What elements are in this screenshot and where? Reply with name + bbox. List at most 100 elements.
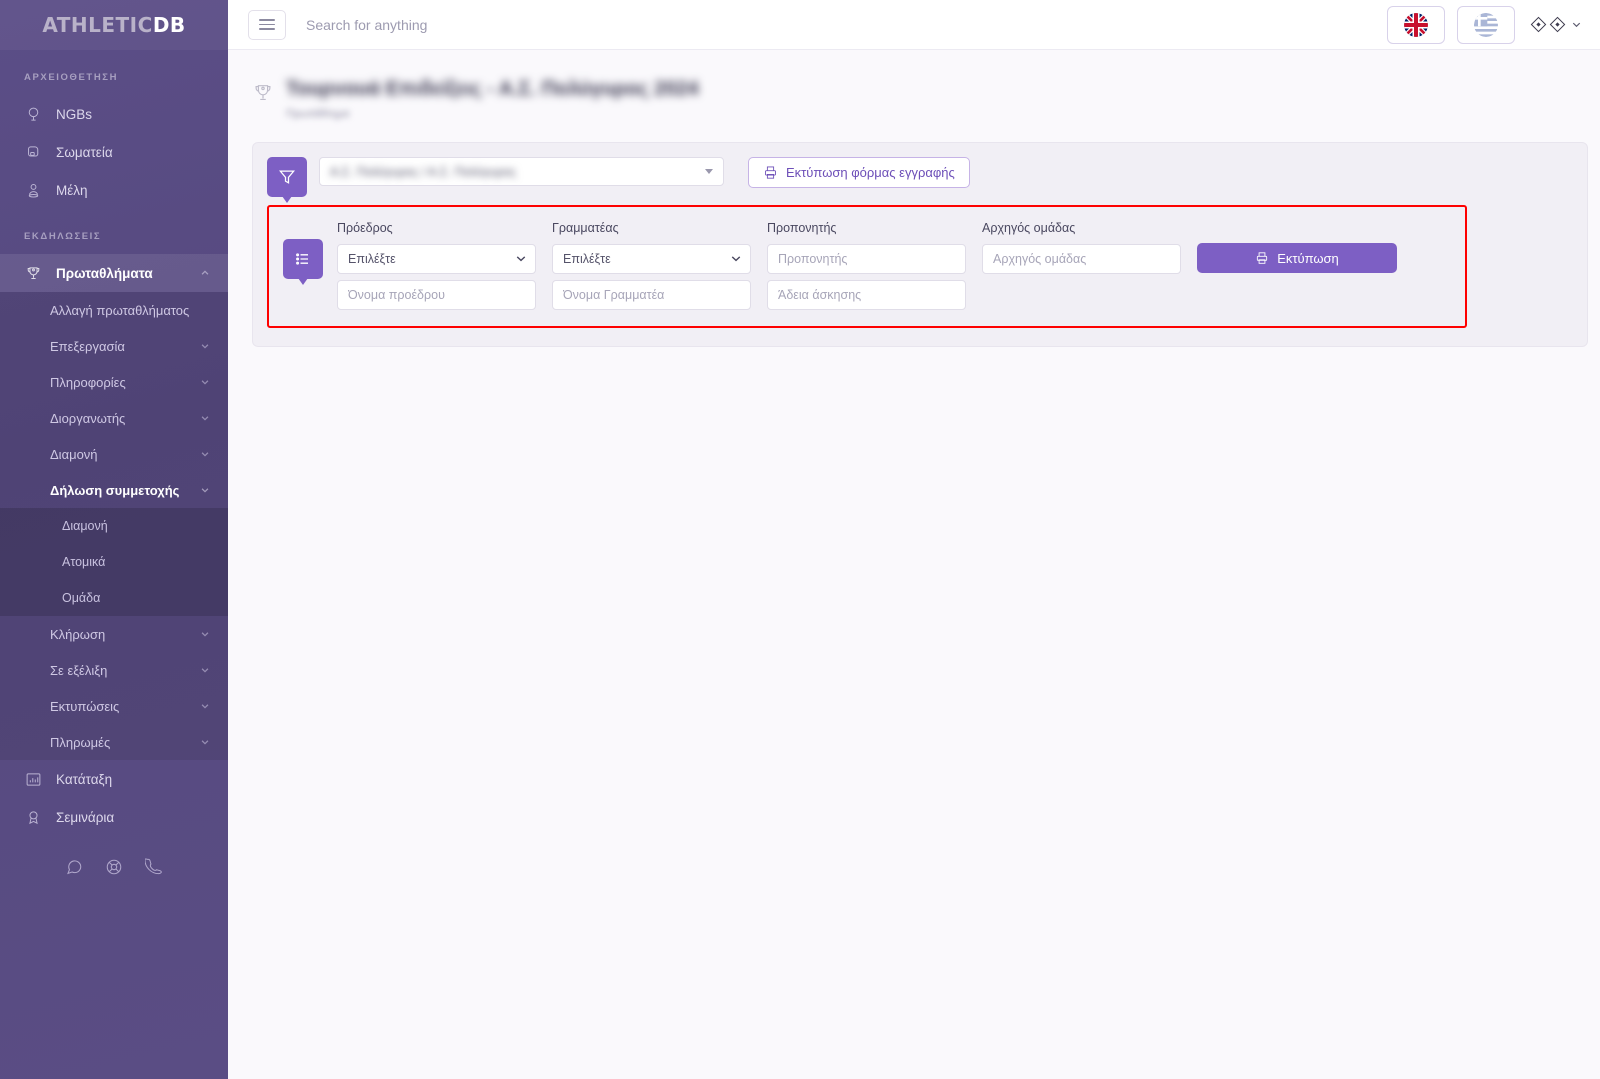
menu-toggle-button[interactable] [248, 9, 286, 40]
sidebar-subitem-label: Πληροφορίες [50, 374, 126, 390]
field-label-team-captain: Αρχηγός ομάδας [982, 221, 1076, 235]
gr-flag-icon [1474, 12, 1498, 37]
field-label-coach: Προπονητής [767, 221, 837, 235]
sidebar-subitem-in-progress[interactable]: Σε εξέλιξη [0, 652, 228, 688]
app-root: ATHLETICDB ΑΡΧΕΙΟΘΕΤΗΣΗ NGBs Σωματεία Μέ… [0, 0, 1600, 1079]
language-button-gr[interactable] [1457, 5, 1515, 44]
coach-license-input[interactable] [767, 280, 966, 310]
secretary-select-wrap: Επιλέξτε [552, 244, 751, 274]
sidebar-subitem-label: Δήλωση συμμετοχής [50, 482, 180, 498]
whistle-icon [24, 105, 42, 123]
sidebar-subitem-label: Πληρωμές [50, 734, 111, 750]
sidebar-section-events: ΕΚΔΗΛΩΣΕΙΣ [24, 231, 102, 242]
coach-name-input[interactable] [767, 244, 966, 274]
print-registration-form-label: Εκτύπωση φόρμας εγγραφής [786, 165, 955, 180]
president-select[interactable]: Επιλέξτε [337, 244, 536, 274]
print-button[interactable]: Εκτύπωση [1197, 243, 1397, 273]
phone-icon[interactable] [145, 858, 163, 876]
team-select-value: Α.Σ. Πολύγυρος / Α.Σ. Πολύγυρος [330, 164, 517, 179]
main-area: Τουρνουά Επιδείξεις - Α.Σ. Πολύγυρος 202… [228, 0, 1600, 1079]
language-button-en[interactable] [1387, 5, 1445, 44]
sidebar-subitem-label: Διοργανωτής [50, 410, 126, 426]
championships-submenu: Αλλαγή πρωταθλήματος Επεξεργασία Πληροφο… [0, 292, 228, 760]
chevron-down-icon [200, 377, 210, 387]
sidebar-item-members[interactable]: Μέλη [0, 171, 228, 209]
field-group-coach: Προπονητής [767, 221, 966, 310]
sidebar-subitem-accommodation[interactable]: Διαμονή [0, 436, 228, 472]
chat-icon[interactable] [65, 858, 83, 876]
sidebar-item-label: Κατάταξη [56, 771, 113, 787]
chevron-down-icon [200, 737, 210, 747]
sidebar-subitem-edit[interactable]: Επεξεργασία [0, 328, 228, 364]
user-glyph-icon-2 [1549, 16, 1566, 33]
participation-submenu: Διαμονή Ατομικά Ομάδα [0, 508, 228, 616]
field-label-secretary: Γραμματέας [552, 221, 619, 235]
sidebar-subitem-participation-declaration[interactable]: Δήλωση συμμετοχής [0, 472, 228, 508]
page-header: Τουρνουά Επιδείξεις - Α.Σ. Πολύγυρος 202… [252, 78, 1588, 120]
topbar [228, 0, 1600, 50]
sidebar-subitem-printouts[interactable]: Εκτυπώσεις [0, 688, 228, 724]
field-group-secretary: Γραμματέας Επιλέξτε [552, 221, 751, 310]
printer-icon [763, 165, 778, 180]
chevron-up-icon [200, 268, 210, 278]
team-select[interactable]: Α.Σ. Πολύγυρος / Α.Σ. Πολύγυρος [319, 157, 724, 186]
sidebar-item-ngbs[interactable]: NGBs [0, 95, 228, 133]
sidebar-item-ranking[interactable]: Κατάταξη [0, 760, 228, 798]
trophy-icon [252, 82, 274, 104]
field-group-president: Πρόεδρος Επιλέξτε [337, 221, 536, 310]
chevron-down-icon [200, 413, 210, 423]
officials-fields-grid: Πρόεδρος Επιλέξτε Όνομα προέδρου Γραμματ… [337, 221, 1465, 310]
officials-highlight-box: Πρόεδρος Επιλέξτε Όνομα προέδρου Γραμματ… [267, 205, 1467, 328]
brand-name-part2: DB [152, 13, 186, 37]
page-subtitle: Πρωτάθλημα [286, 108, 350, 120]
team-captain-input[interactable] [982, 244, 1181, 274]
sidebar-subitem-accommodation-child[interactable]: Διαμονή [0, 508, 228, 544]
field-label-president: Πρόεδρος [337, 221, 393, 235]
sidebar-section-archive: ΑΡΧΕΙΟΘΕΤΗΣΗ [24, 72, 119, 83]
sidebar-subitem-label: Επεξεργασία [50, 338, 125, 354]
sidebar-item-label: NGBs [56, 106, 93, 122]
sidebar: ATHLETICDB ΑΡΧΕΙΟΘΕΤΗΣΗ NGBs Σωματεία Μέ… [0, 0, 228, 1079]
secretary-name-input[interactable] [552, 280, 751, 310]
sidebar-subitem-label: Διαμονή [62, 519, 108, 533]
sidebar-item-clubs[interactable]: Σωματεία [0, 133, 228, 171]
field-group-team-captain: Αρχηγός ομάδας [982, 221, 1181, 274]
search-input[interactable] [306, 16, 726, 33]
sidebar-subitem-individual[interactable]: Ατομικά [0, 544, 228, 580]
sidebar-subitem-draw[interactable]: Κλήρωση [0, 616, 228, 652]
filter-icon [267, 157, 307, 203]
sidebar-subitem-info[interactable]: Πληροφορίες [0, 364, 228, 400]
print-button-wrap: Εκτύπωση [1197, 221, 1397, 273]
sidebar-item-seminars[interactable]: Σεμινάρια [0, 798, 228, 836]
sidebar-subitem-payments[interactable]: Πληρωμές [0, 724, 228, 760]
president-select-wrap: Επιλέξτε [337, 244, 536, 274]
print-registration-form-button[interactable]: Εκτύπωση φόρμας εγγραφής [748, 157, 970, 188]
chevron-down-icon [1571, 19, 1582, 30]
sidebar-subitem-label: Ατομικά [62, 555, 106, 569]
chevron-down-icon [705, 169, 713, 174]
sidebar-item-championships[interactable]: Πρωταθλήματα [0, 254, 228, 292]
sidebar-subitem-change-championship[interactable]: Αλλαγή πρωταθλήματος [0, 292, 228, 328]
chevron-down-icon [200, 629, 210, 639]
sidebar-item-label: Σωματεία [56, 144, 113, 160]
chart-icon [24, 770, 42, 788]
sidebar-subitem-organizer[interactable]: Διοργανωτής [0, 400, 228, 436]
sidebar-subitem-label: Εκτυπώσεις [50, 698, 120, 714]
user-menu-button[interactable] [1530, 16, 1582, 33]
sidebar-subitem-team[interactable]: Ομάδα [0, 580, 228, 616]
club-icon [24, 143, 42, 161]
filter-row: Α.Σ. Πολύγυρος / Α.Σ. Πολύγυρος Εκτύπωση… [267, 157, 1573, 203]
sidebar-item-label: Πρωταθλήματα [56, 265, 153, 281]
sidebar-subitem-label: Αλλαγή πρωταθλήματος [50, 302, 190, 318]
lifebuoy-icon[interactable] [105, 858, 123, 876]
sidebar-subitem-label: Διαμονή [50, 446, 98, 462]
secretary-select[interactable]: Επιλέξτε [552, 244, 751, 274]
president-name-input[interactable] [337, 280, 536, 310]
page-title: Τουρνουά Επιδείξεις - Α.Σ. Πολύγυρος 202… [286, 78, 699, 100]
brand-logo[interactable]: ATHLETICDB [0, 0, 228, 50]
member-icon [24, 181, 42, 199]
user-glyph-icon [1530, 16, 1547, 33]
chevron-down-icon [200, 665, 210, 675]
officials-list-icon [283, 239, 323, 285]
printer-icon [1255, 251, 1269, 265]
